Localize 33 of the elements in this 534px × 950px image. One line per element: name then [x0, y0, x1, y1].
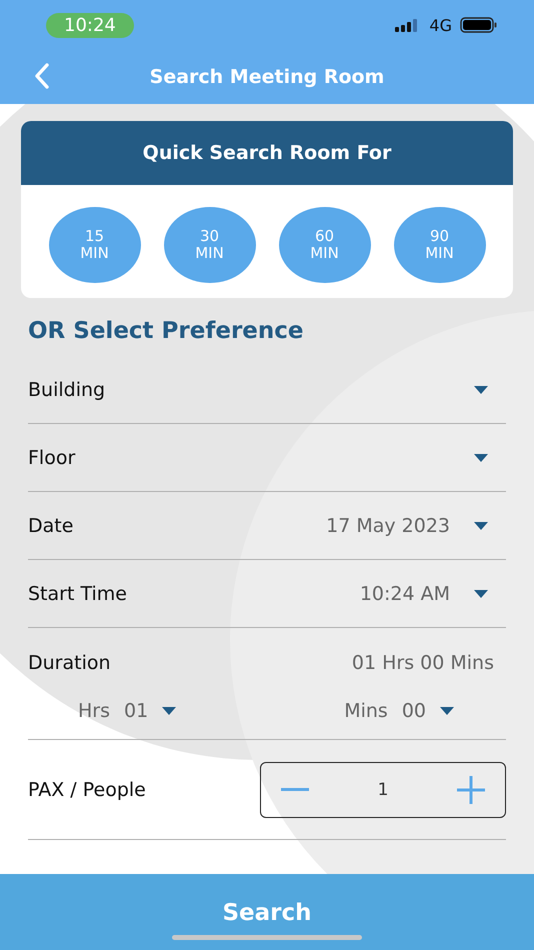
duration-value: 01 Hrs 00 Mins — [352, 652, 494, 674]
pax-value: 1 — [378, 780, 388, 800]
back-icon — [34, 63, 50, 89]
hours-dropdown[interactable]: Hrs 01 — [78, 700, 176, 722]
duration-chip[interactable]: 30 MIN — [164, 207, 256, 283]
status-time: 10:24 — [46, 12, 134, 38]
caret-icon — [474, 590, 488, 598]
dropdown-field[interactable]: 10:24 AM — [360, 582, 506, 604]
screen-title: Search Meeting Room — [150, 66, 384, 88]
duration-chip[interactable]: 90 MIN — [394, 207, 486, 283]
caret-icon — [474, 386, 488, 394]
field-label: PAX / People — [28, 778, 146, 800]
minutes-dropdown[interactable]: Mins 00 — [344, 700, 454, 722]
back-button[interactable] — [34, 63, 50, 89]
field-label: Date — [28, 514, 74, 536]
dropdown-field[interactable]: 17 May 2023 — [326, 514, 506, 536]
caret-icon — [474, 454, 488, 462]
duration-chip[interactable]: 15 MIN — [48, 207, 140, 283]
plus-icon — [456, 776, 485, 804]
minus-icon — [281, 788, 309, 792]
card-title: Quick Search Room For — [142, 142, 392, 164]
field-label: Floor — [28, 446, 76, 468]
search-button[interactable]: Search — [0, 874, 534, 950]
caret-icon — [474, 522, 488, 530]
duration-chip[interactable]: 60 MIN — [278, 207, 370, 283]
network-label: 4G — [429, 16, 452, 34]
section-title: OR Select Preference — [28, 318, 305, 344]
battery-icon — [460, 17, 498, 33]
caret-icon — [440, 707, 454, 715]
field-label: Building — [28, 378, 106, 400]
field-label: Start Time — [28, 582, 127, 604]
caret-icon — [162, 707, 176, 715]
field-label: Duration — [28, 652, 111, 674]
